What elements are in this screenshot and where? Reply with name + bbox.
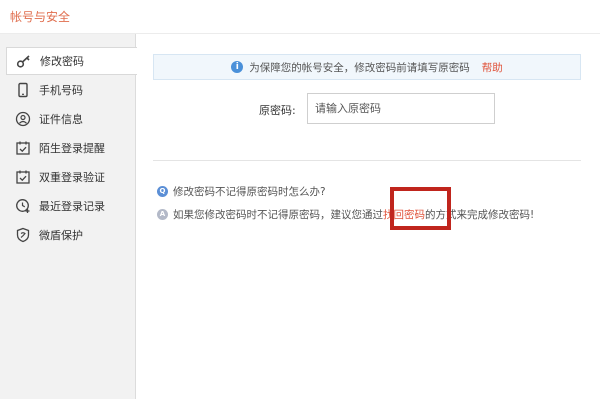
calendar-check-icon — [14, 168, 32, 186]
sidebar-item-label: 证件信息 — [39, 113, 83, 126]
security-notice: i 为保障您的帐号安全，修改密码前请填写原密码 帮助 — [153, 54, 581, 80]
highlight-annotation-box — [390, 187, 451, 230]
sidebar-item-label: 修改密码 — [40, 55, 84, 68]
notice-text: 为保障您的帐号安全，修改密码前请填写原密码 — [249, 61, 470, 74]
old-password-input[interactable] — [307, 93, 495, 124]
help-link[interactable]: 帮助 — [482, 60, 503, 75]
faq-answer: A 如果您修改密码时不记得原密码，建议您通过 找回密码 的方式来完成修改密码! — [157, 207, 534, 222]
sidebar-item-phone-number[interactable]: 手机号码 — [0, 76, 136, 104]
faq-question: Q 修改密码不记得原密码时怎么办? — [157, 184, 326, 199]
main-panel: i 为保障您的帐号安全，修改密码前请填写原密码 帮助 原密码: Q 修改密码不记… — [137, 34, 600, 399]
sidebar: 修改密码 手机号码 证件信息 陌生登录提醒 双重登录验证 最近登录记录 微盾保护 — [0, 34, 137, 399]
sidebar-item-recent-logins[interactable]: 最近登录记录 — [0, 192, 136, 220]
divider — [153, 160, 581, 161]
sidebar-item-two-step-verification[interactable]: 双重登录验证 — [0, 163, 136, 191]
window-title: 帐号与安全 — [10, 10, 71, 24]
sidebar-item-change-password[interactable]: 修改密码 — [6, 47, 137, 75]
id-card-icon — [14, 110, 32, 128]
shield-icon — [14, 226, 32, 244]
info-icon: i — [231, 61, 244, 73]
sidebar-item-label: 最近登录记录 — [39, 200, 105, 213]
phone-icon — [14, 81, 32, 99]
sidebar-item-id-info[interactable]: 证件信息 — [0, 105, 136, 133]
sidebar-item-label: 双重登录验证 — [39, 171, 105, 184]
faq-question-text: 修改密码不记得原密码时怎么办? — [173, 186, 326, 198]
answer-icon: A — [157, 209, 168, 220]
sidebar-item-label: 微盾保护 — [39, 229, 83, 242]
faq-answer-prefix: 如果您修改密码时不记得原密码，建议您通过 — [173, 209, 383, 221]
key-icon — [15, 52, 33, 70]
sidebar-item-label: 手机号码 — [39, 84, 83, 97]
question-icon: Q — [157, 186, 168, 197]
calendar-check-icon — [14, 139, 32, 157]
title-bar: 帐号与安全 — [0, 0, 600, 34]
clock-plus-icon — [14, 197, 32, 215]
sidebar-item-label: 陌生登录提醒 — [39, 142, 105, 155]
sidebar-item-shield-protection[interactable]: 微盾保护 — [0, 221, 136, 249]
sidebar-item-stranger-login-alert[interactable]: 陌生登录提醒 — [0, 134, 136, 162]
old-password-label: 原密码: — [259, 104, 296, 117]
